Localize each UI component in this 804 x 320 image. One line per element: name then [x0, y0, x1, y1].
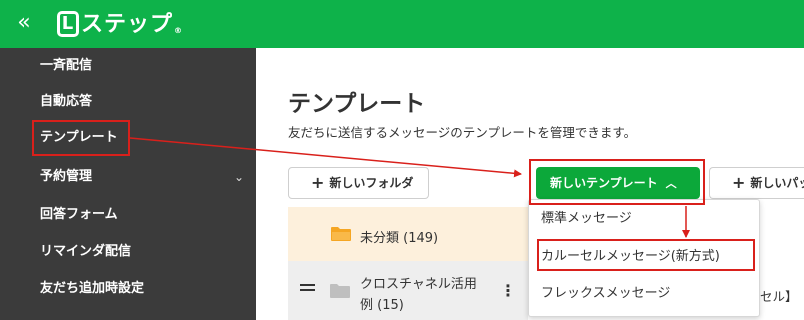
more-menu-icon[interactable]: ⋮ [500, 281, 516, 301]
logo-registered-mark: ® [174, 26, 184, 35]
plus-icon: + [311, 173, 325, 192]
sidebar-item-broadcast[interactable]: 一斉配信 [0, 48, 256, 84]
sidebar-item-label: リマインダ配信 [40, 244, 132, 259]
folder-name: 未分類 (149) [360, 231, 439, 246]
new-folder-label: 新しいフォルダ [329, 176, 414, 190]
sidebar-item-auto-reply[interactable]: 自動応答 [0, 84, 256, 120]
logo-letter: L [57, 11, 79, 37]
sidebar-item-label: 一斉配信 [40, 58, 93, 73]
plus-icon: + [732, 173, 746, 192]
menu-item-label: フレックスメッセージ [541, 286, 671, 301]
menu-item-flex-message[interactable]: フレックスメッセージ [529, 276, 759, 312]
sidebar-item-answer-form[interactable]: 回答フォーム [0, 197, 256, 233]
collapse-sidebar-icon[interactable]: « [12, 8, 36, 38]
template-list-partial-text: セル】 [760, 289, 798, 304]
annotation-box-template-nav [32, 120, 130, 156]
lstep-logo[interactable]: L ステップ® [57, 8, 183, 42]
menu-item-label: 標準メッセージ [541, 211, 632, 226]
annotation-box-carousel [537, 239, 755, 271]
new-pack-label: 新しいパッ [750, 176, 804, 190]
sidebar: 一斉配信 自動応答 テンプレート 予約管理 ⌄ 回答フォーム リマインダ配信 友だ… [0, 48, 256, 320]
chevron-down-icon: ⌄ [233, 170, 244, 184]
annotation-box-new-template [529, 159, 705, 205]
sidebar-item-label: 自動応答 [40, 94, 93, 109]
page-description: 友だちに送信するメッセージのテンプレートを管理できます。 [288, 125, 637, 140]
folder-name-line2: 例 (15) [360, 298, 404, 313]
sidebar-item-label: 友だち追加時設定 [40, 281, 145, 296]
sidebar-item-reservation[interactable]: 予約管理 ⌄ [0, 159, 256, 195]
sidebar-item-label: 回答フォーム [40, 207, 118, 222]
top-header: « L ステップ® [0, 0, 804, 48]
sidebar-item-label: 予約管理 [40, 169, 93, 184]
logo-text: ステップ [81, 12, 174, 37]
new-pack-button[interactable]: + 新しいパッ [709, 167, 804, 199]
folder-name-line1: クロスチャネル活用 [360, 277, 477, 292]
sidebar-item-friend-add-settings[interactable]: 友だち追加時設定 [0, 271, 256, 307]
sidebar-item-reminder[interactable]: リマインダ配信 [0, 234, 256, 270]
folder-icon [331, 227, 351, 241]
folder-icon [330, 284, 350, 298]
page-title: テンプレート [288, 91, 426, 117]
menu-item-standard-message[interactable]: 標準メッセージ [529, 201, 759, 237]
new-folder-button[interactable]: + 新しいフォルダ [288, 167, 429, 199]
drag-handle-icon[interactable] [300, 284, 315, 294]
